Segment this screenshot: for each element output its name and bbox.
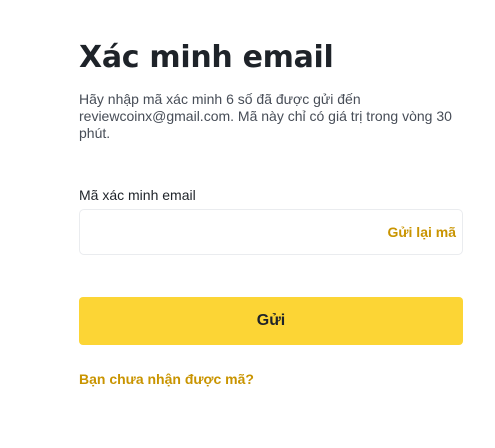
page-title: Xác minh email [79,40,334,75]
code-not-received-link[interactable]: Bạn chưa nhận được mã? [79,371,254,387]
submit-button[interactable]: Gửi [79,297,463,345]
resend-code-button[interactable]: Gửi lại mã [388,224,457,240]
code-field-label: Mã xác minh email [79,187,196,203]
email-verification-panel: Xác minh email Hãy nhập mã xác minh 6 số… [79,36,463,389]
page-description: Hãy nhập mã xác minh 6 số đã được gửi đế… [79,91,452,141]
code-input-box[interactable]: Gửi lại mã [79,209,463,255]
verification-code-input[interactable] [92,223,388,241]
